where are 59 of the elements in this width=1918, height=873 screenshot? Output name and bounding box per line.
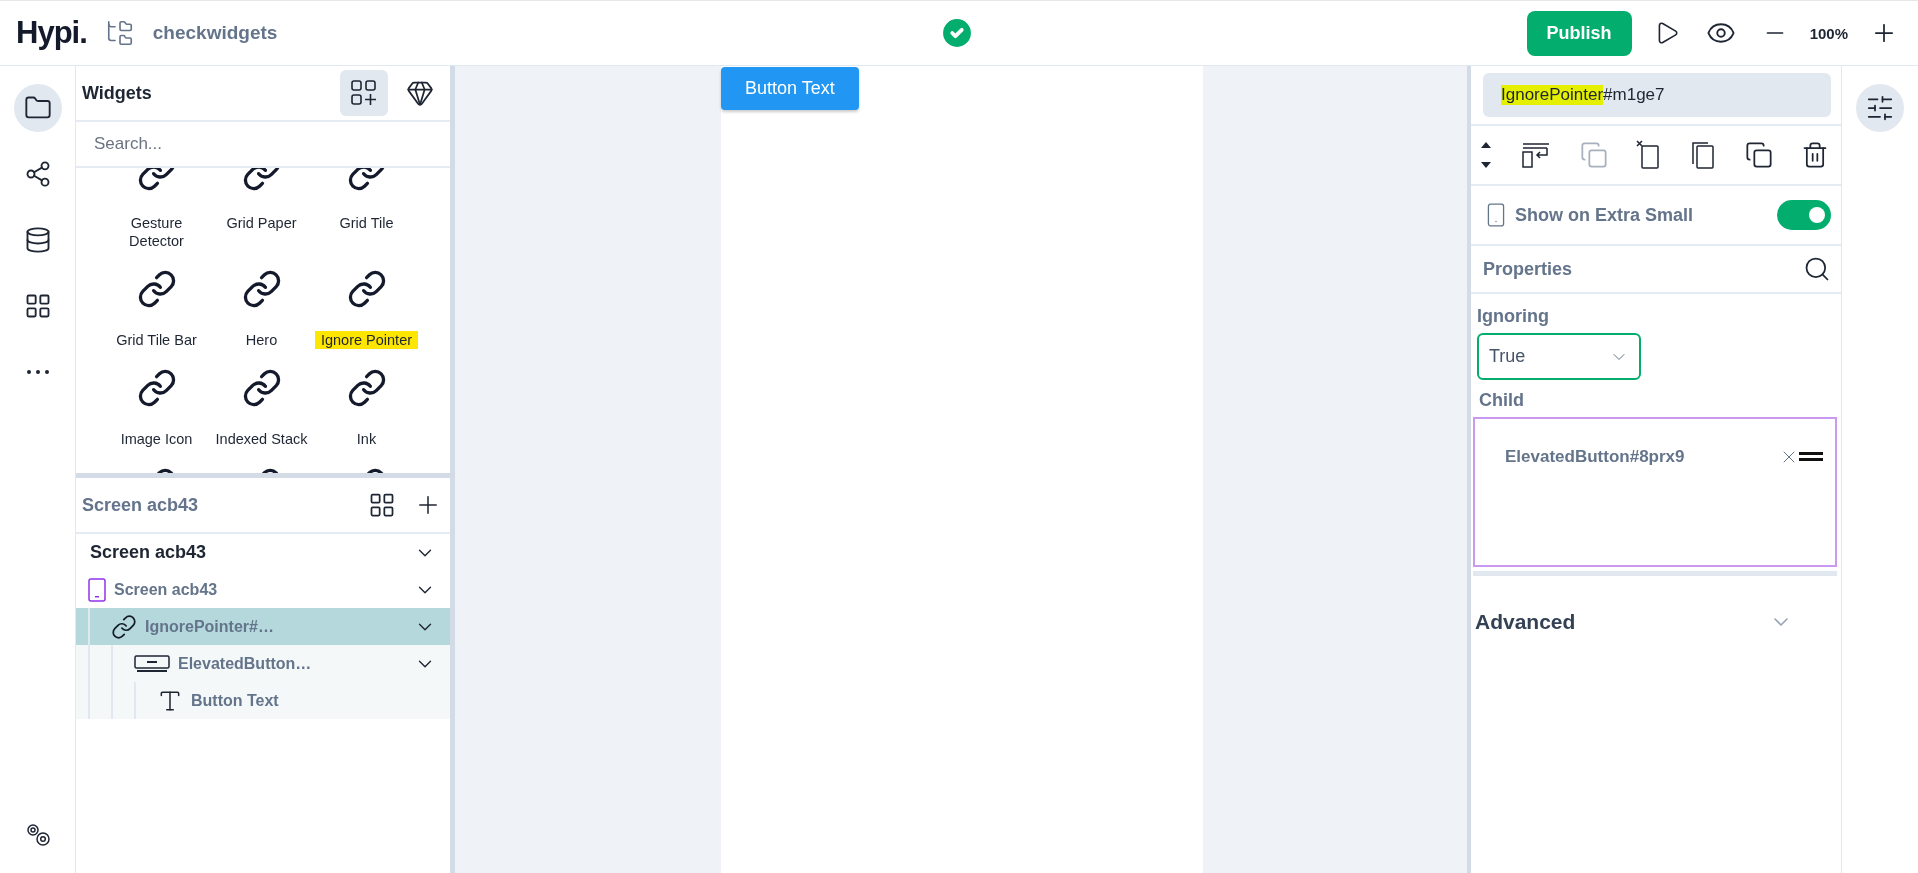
widget-label[interactable]: Ignore Pointer xyxy=(314,331,419,349)
cut-icon xyxy=(1636,140,1662,170)
widget-label[interactable]: Grid Paper xyxy=(220,214,303,232)
link-icon xyxy=(241,269,282,309)
switch-label: Show on Extra Small xyxy=(1515,204,1695,226)
tree-row[interactable]: ElevatedButton… xyxy=(76,645,450,682)
wrap-icon xyxy=(1521,141,1552,169)
tree-label: Screen acb43 xyxy=(90,542,208,563)
toolbar-button[interactable] xyxy=(1636,140,1662,170)
widget-label[interactable]: Image Icon xyxy=(114,430,199,448)
widget-label[interactable]: Ink xyxy=(350,430,383,448)
widget-label[interactable]: Indexed Stack xyxy=(209,430,314,448)
project-name: checkwidgets xyxy=(152,22,278,44)
link-icon xyxy=(346,368,387,408)
drag-handle-icon[interactable] xyxy=(1799,452,1823,462)
sliders-icon[interactable] xyxy=(1865,93,1895,123)
link-icon xyxy=(136,269,177,309)
widget-label[interactable]: Gesture Detector xyxy=(104,214,209,250)
copy-icon xyxy=(1579,141,1608,169)
duplicate-icon xyxy=(1744,141,1773,169)
zoom-level: 100% xyxy=(1809,24,1848,42)
add-widget-icon[interactable] xyxy=(349,78,379,108)
widget-label[interactable]: Hero xyxy=(239,331,284,349)
gem-icon[interactable] xyxy=(406,79,434,107)
screen-title: Screen acb43 xyxy=(82,494,200,516)
toolbar-button[interactable] xyxy=(1521,141,1552,169)
section-title: Advanced xyxy=(1475,610,1577,634)
tree-label: Button Text xyxy=(191,691,280,710)
tree-label: ElevatedButton… xyxy=(178,654,313,673)
reorder-icon xyxy=(1479,140,1493,170)
widgets-tab[interactable] xyxy=(340,70,388,116)
phone-icon xyxy=(88,577,106,602)
tree-label: Screen acb43 xyxy=(114,580,219,599)
more-icon xyxy=(26,370,49,374)
tree-row[interactable]: Button Text xyxy=(76,682,450,719)
dropdown[interactable]: True xyxy=(1477,333,1641,380)
toolbar-button[interactable] xyxy=(1744,141,1773,169)
widget-label[interactable]: Grid Tile xyxy=(333,214,400,232)
toggle-switch[interactable] xyxy=(1777,200,1831,230)
link-icon xyxy=(136,368,177,408)
tree-label: IgnorePointer#… xyxy=(145,617,275,636)
property-label: Ignoring xyxy=(1477,306,1550,327)
grid-icon[interactable] xyxy=(368,491,396,519)
settings-button[interactable] xyxy=(1856,84,1904,132)
link-icon xyxy=(111,613,137,640)
rail-button[interactable] xyxy=(13,84,62,132)
property-label: Child xyxy=(1479,390,1525,411)
logo: Hypi. xyxy=(16,15,87,51)
toolbar-button[interactable] xyxy=(1479,140,1493,170)
child-name[interactable]: ElevatedButton#8prx9 xyxy=(1505,447,1779,467)
button-icon xyxy=(134,654,170,673)
paste-icon xyxy=(1690,140,1717,170)
section-title: Properties xyxy=(1483,258,1574,280)
toolbar-button[interactable] xyxy=(1690,140,1717,170)
panel-title: Widgets xyxy=(82,82,153,104)
widget-label[interactable]: Grid Tile Bar xyxy=(110,331,203,349)
link-icon xyxy=(346,269,387,309)
search-icon[interactable] xyxy=(1803,255,1831,283)
link-icon xyxy=(241,368,282,408)
